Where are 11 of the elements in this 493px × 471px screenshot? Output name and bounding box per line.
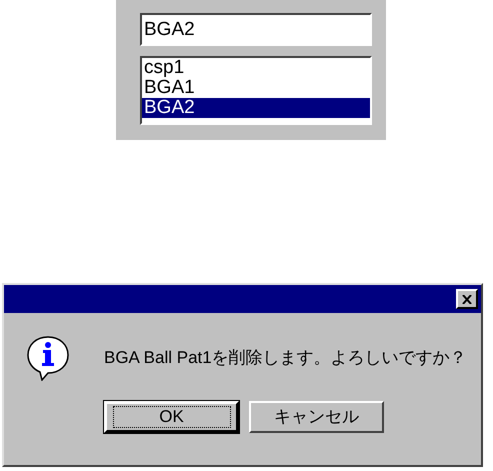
dialog-message: BGA Ball Pat1を削除します。よろしいですか？ — [104, 347, 467, 370]
close-button[interactable] — [456, 289, 478, 309]
list-item[interactable]: csp1 — [142, 58, 370, 78]
info-icon — [26, 335, 70, 381]
dialog-button[interactable]: OK — [104, 401, 239, 433]
name-field[interactable]: BGA2 — [140, 13, 372, 46]
item-list[interactable]: csp1 BGA1 BGA2 — [140, 56, 372, 125]
dialog-button[interactable]: キャンセル — [249, 401, 384, 433]
list-item[interactable]: BGA1 — [142, 78, 370, 98]
close-icon — [462, 294, 472, 304]
list-item[interactable]: BGA2 — [142, 98, 370, 118]
